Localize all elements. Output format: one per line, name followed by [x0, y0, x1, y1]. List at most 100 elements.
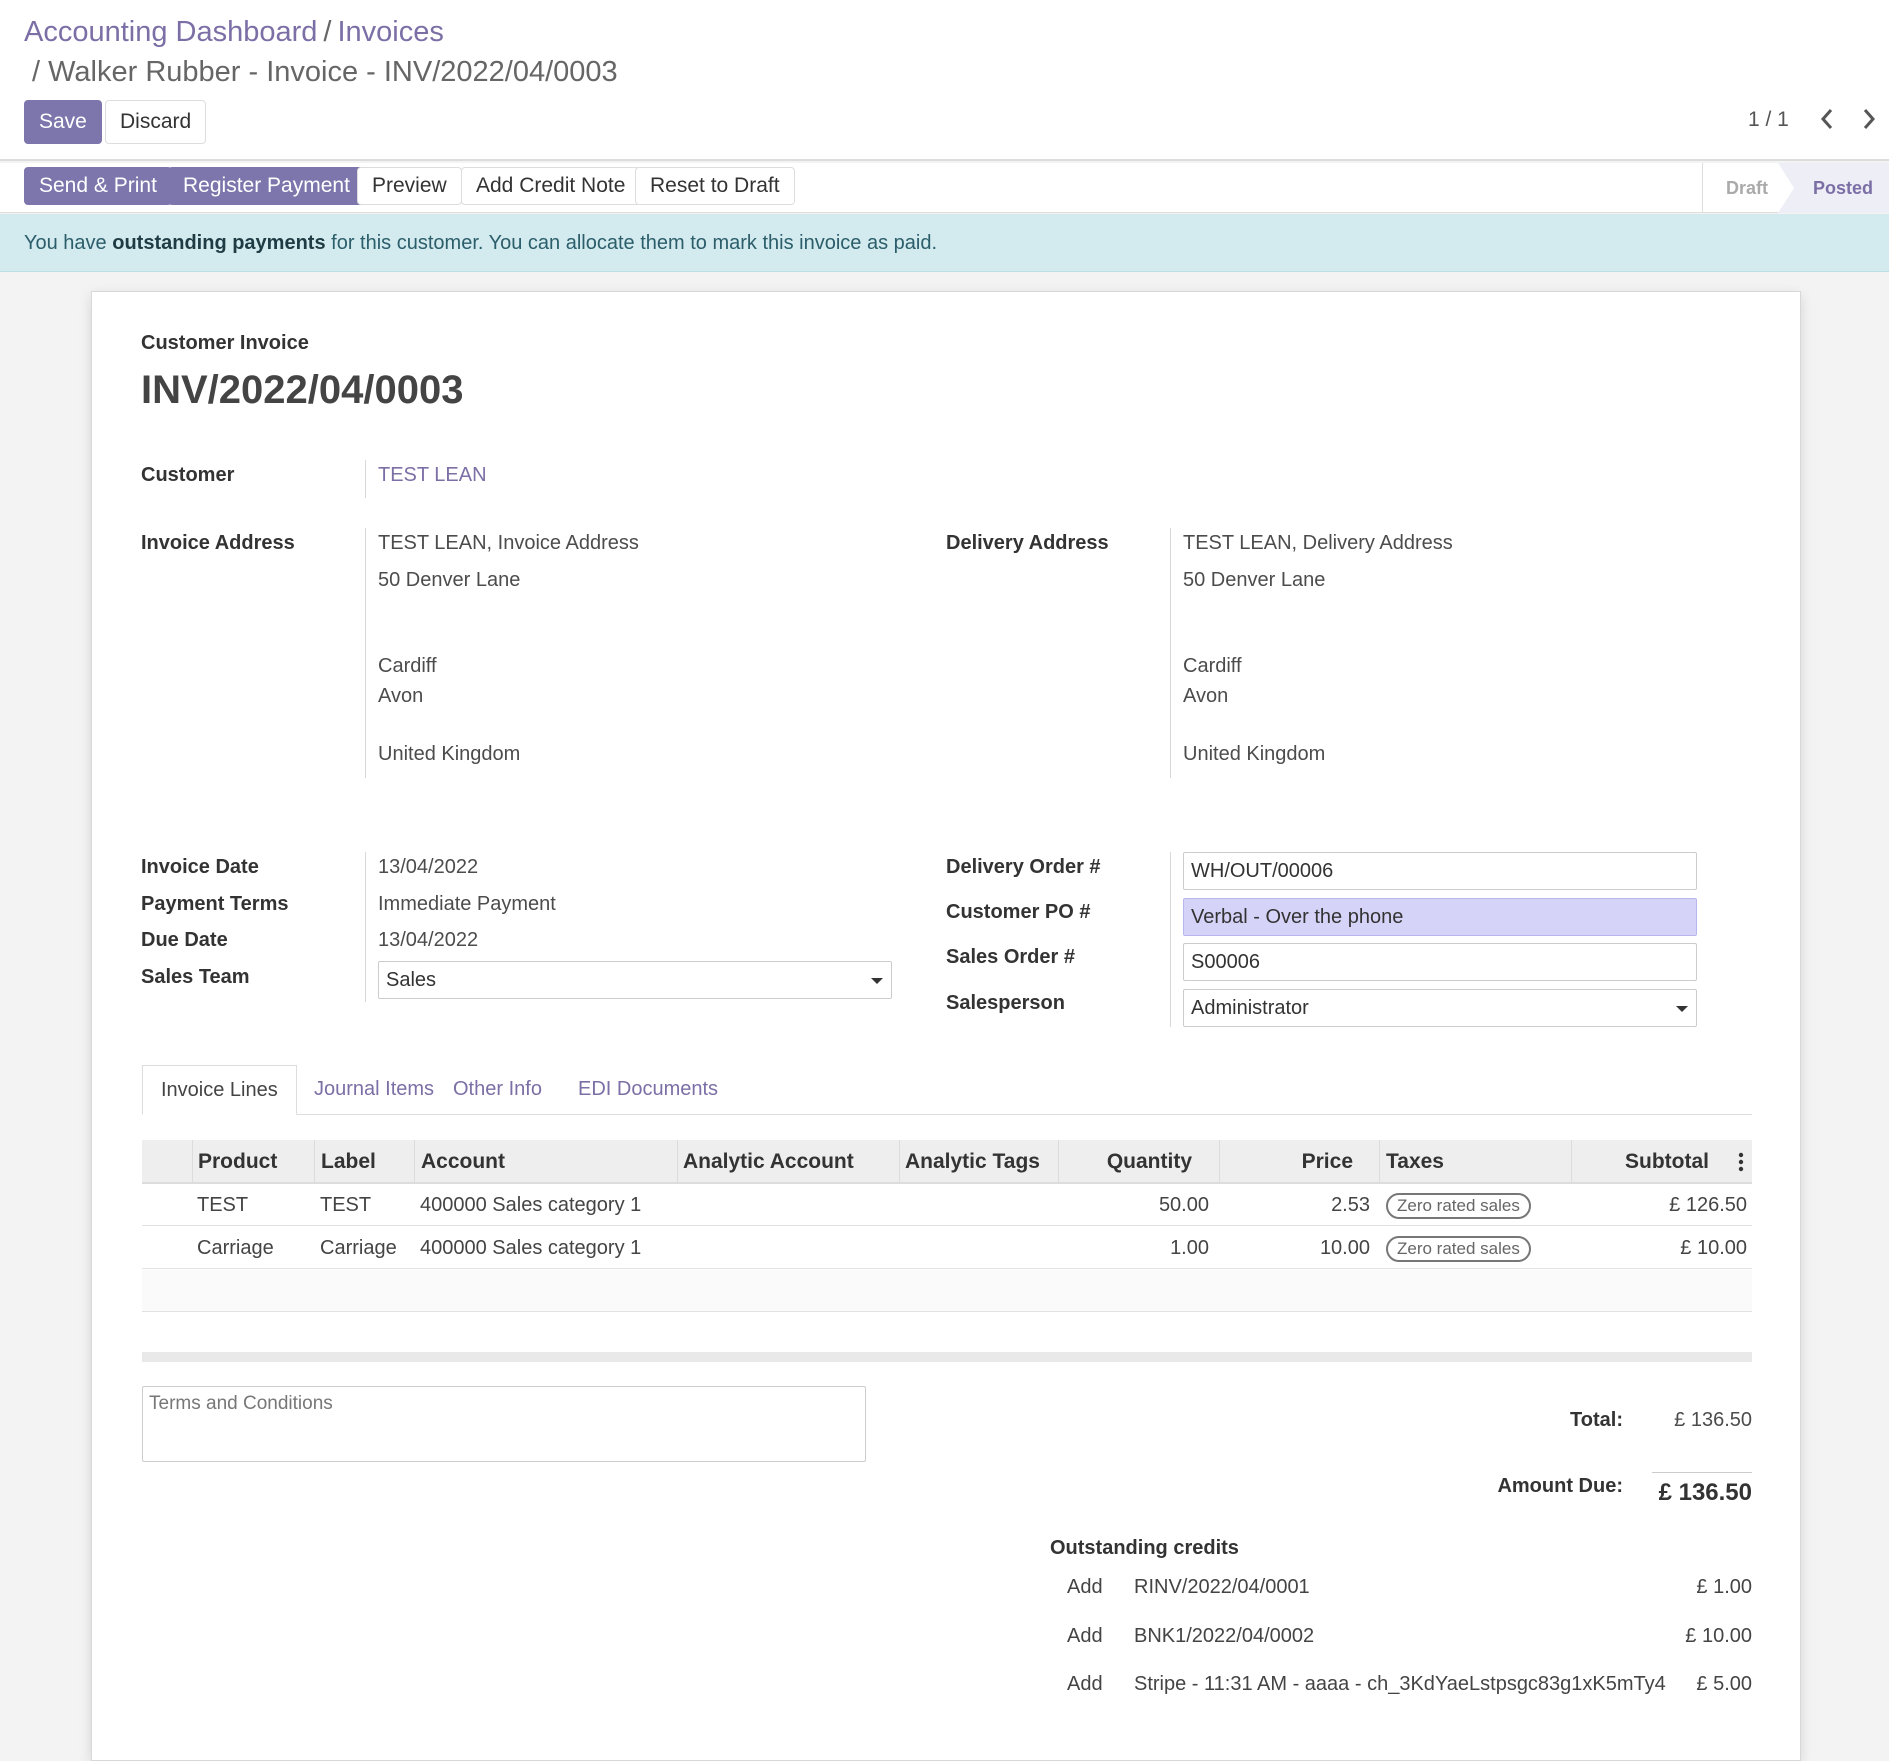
sales-team-select[interactable]: Sales [378, 961, 892, 999]
breadcrumb-current: / Walker Rubber - Invoice - INV/2022/04/… [32, 56, 618, 88]
pager-value[interactable]: 1 / 1 [1748, 108, 1789, 132]
outstanding-credits-title: Outstanding credits [1050, 1537, 1239, 1559]
save-button[interactable]: Save [24, 100, 102, 144]
amount-due-divider [1652, 1472, 1752, 1473]
breadcrumb-accounting-dashboard[interactable]: Accounting Dashboard [24, 16, 317, 48]
invoice-date-label: Invoice Date [141, 856, 259, 878]
breadcrumb-invoices[interactable]: Invoices [337, 16, 443, 48]
cell-account: 400000 Sales category 1 [420, 1194, 642, 1216]
field-divider [1170, 528, 1171, 778]
invoice-address-city: Cardiff [378, 655, 437, 677]
cell-price: 2.53 [1331, 1194, 1370, 1216]
chevron-down-icon [1676, 1006, 1688, 1012]
customer-po-input[interactable]: Verbal - Over the phone [1183, 898, 1697, 936]
control-panel: Accounting Dashboard / Invoices / Walker R… [0, 0, 1889, 161]
preview-button[interactable]: Preview [357, 167, 462, 205]
cell-subtotal: £ 10.00 [1680, 1237, 1747, 1259]
table-row[interactable]: TEST TEST 400000 Sales category 1 50.00 … [142, 1184, 1752, 1226]
cell-product: TEST [197, 1194, 249, 1216]
cell-subtotal: £ 126.50 [1669, 1194, 1747, 1216]
delivery-address-country: United Kingdom [1183, 743, 1326, 765]
invoice-address-state: Avon [378, 685, 424, 707]
pager-previous-icon[interactable] [1818, 104, 1836, 140]
tab-other-info[interactable]: Other Info [435, 1065, 560, 1115]
alert-text-before: You have [24, 232, 113, 254]
reset-to-draft-button[interactable]: Reset to Draft [635, 167, 795, 205]
invoice-address-label: Invoice Address [141, 532, 295, 554]
delivery-order-input[interactable]: WH/OUT/00006 [1183, 852, 1697, 890]
table-row[interactable]: Carriage Carriage 400000 Sales category … [142, 1227, 1752, 1269]
salesperson-select[interactable]: Administrator [1183, 989, 1697, 1027]
register-payment-button[interactable]: Register Payment [168, 167, 365, 205]
credit-reference: RINV/2022/04/0001 [1134, 1576, 1310, 1598]
header-analytic-account[interactable]: Analytic Account [683, 1140, 854, 1184]
status-posted[interactable]: Posted [1813, 163, 1873, 213]
customer-label: Customer [141, 464, 235, 486]
salesperson-label: Salesperson [946, 992, 1065, 1014]
delivery-address-state: Avon [1183, 685, 1229, 707]
cell-quantity: 50.00 [1158, 1194, 1209, 1216]
payment-terms-value: Immediate Payment [378, 893, 556, 915]
field-divider [365, 528, 366, 778]
empty-row [142, 1313, 1752, 1355]
column-divider [1058, 1140, 1059, 1184]
pager-next-icon[interactable] [1860, 104, 1878, 140]
column-divider [1219, 1140, 1220, 1184]
amount-due-label: Amount Due: [1497, 1475, 1623, 1497]
invoice-number: INV/2022/04/0003 [141, 368, 464, 412]
tab-edi-documents[interactable]: EDI Documents [560, 1065, 736, 1115]
alert-text-bold: outstanding payments [112, 232, 326, 254]
add-credit-button[interactable]: Add [1067, 1673, 1103, 1696]
delivery-order-label: Delivery Order # [946, 856, 1101, 878]
discard-button[interactable]: Discard [105, 100, 207, 144]
field-divider [1170, 852, 1171, 1027]
column-options-icon[interactable] [1738, 1152, 1744, 1178]
sales-team-label: Sales Team [141, 966, 250, 988]
empty-row [142, 1270, 1752, 1312]
breadcrumb-separator: / [323, 16, 332, 48]
column-divider [677, 1140, 678, 1184]
add-credit-button[interactable]: Add [1067, 1625, 1103, 1648]
status-bar: Send & Print Register Payment Preview Ad… [0, 163, 1889, 213]
field-divider [365, 852, 366, 1002]
breadcrumb: Accounting Dashboard / Invoices [24, 12, 444, 52]
tax-badge: Zero rated sales [1386, 1193, 1531, 1219]
table-footer [142, 1352, 1752, 1362]
cell-label: TEST [320, 1194, 372, 1216]
total-value: £ 136.50 [1674, 1409, 1752, 1431]
header-taxes[interactable]: Taxes [1386, 1140, 1444, 1184]
column-divider [314, 1140, 315, 1184]
header-product[interactable]: Product [198, 1140, 277, 1184]
status-draft[interactable]: Draft [1726, 163, 1768, 213]
invoice-address-country: United Kingdom [378, 743, 521, 765]
sales-order-input[interactable]: S00006 [1183, 943, 1697, 981]
customer-link[interactable]: TEST LEAN [378, 464, 487, 487]
cell-label: Carriage [320, 1237, 397, 1259]
tab-journal-items[interactable]: Journal Items [296, 1065, 452, 1115]
invoice-lines-header: Product Label Account Analytic Account A… [142, 1140, 1752, 1184]
header-quantity[interactable]: Quantity [1107, 1140, 1192, 1184]
cell-product: Carriage [197, 1237, 274, 1259]
credit-amount: £ 5.00 [1696, 1673, 1752, 1695]
chevron-down-icon [871, 978, 883, 984]
credit-reference: BNK1/2022/04/0002 [1134, 1625, 1315, 1647]
add-credit-button[interactable]: Add [1067, 1576, 1103, 1599]
cell-quantity: 1.00 [1170, 1237, 1209, 1259]
column-divider [1571, 1140, 1572, 1184]
column-divider [899, 1140, 900, 1184]
tab-invoice-lines[interactable]: Invoice Lines [142, 1065, 297, 1115]
add-credit-note-button[interactable]: Add Credit Note [461, 167, 641, 205]
header-account[interactable]: Account [421, 1140, 505, 1184]
sales-team-value: Sales [386, 969, 437, 991]
header-price[interactable]: Price [1302, 1140, 1353, 1184]
outstanding-payments-alert: You have outstanding payments for this c… [0, 214, 1889, 272]
header-label[interactable]: Label [321, 1140, 376, 1184]
due-date-value: 13/04/2022 [378, 929, 479, 951]
send-print-button[interactable]: Send & Print [24, 167, 172, 205]
terms-conditions-input[interactable]: Terms and Conditions [142, 1386, 866, 1462]
header-subtotal[interactable]: Subtotal [1625, 1140, 1709, 1184]
invoice-address-line1: TEST LEAN, Invoice Address [378, 532, 639, 554]
cell-price: 10.00 [1319, 1237, 1370, 1259]
header-analytic-tags[interactable]: Analytic Tags [905, 1140, 1040, 1184]
due-date-label: Due Date [141, 929, 228, 951]
